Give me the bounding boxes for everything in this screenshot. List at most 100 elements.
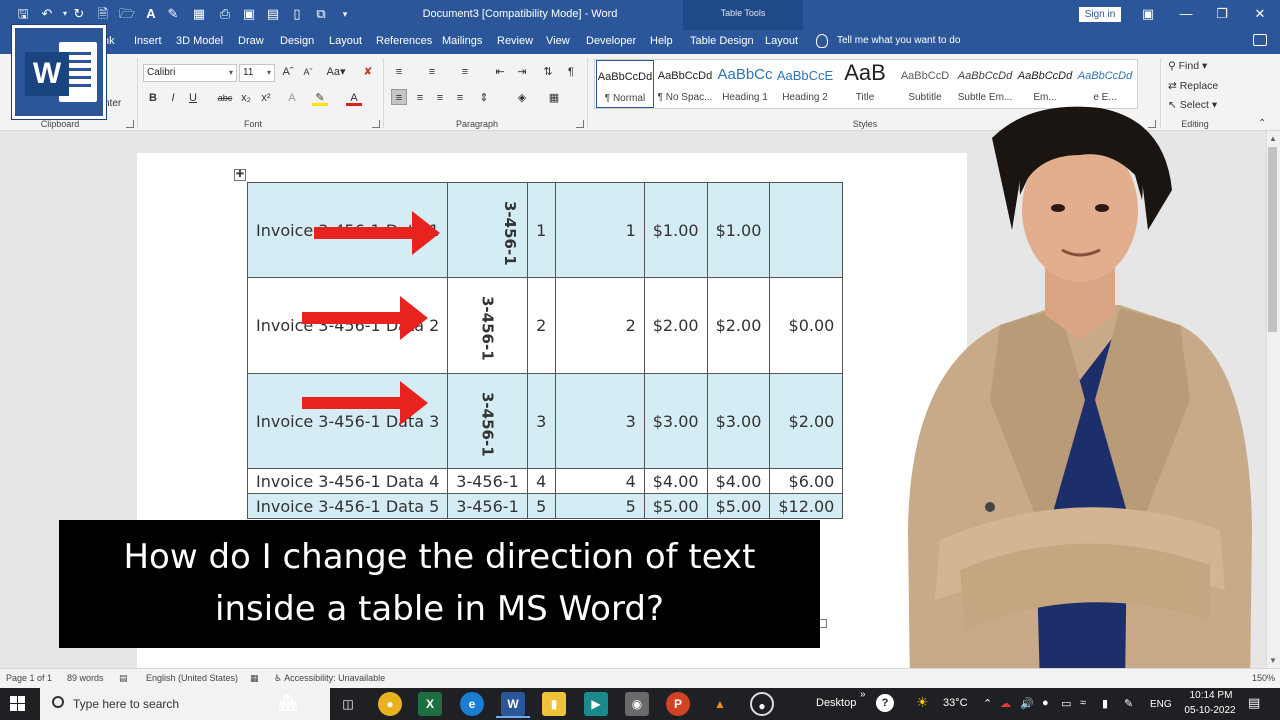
- font-name-combo[interactable]: Calibri ▾: [143, 64, 237, 82]
- share-icon[interactable]: ▤: [264, 5, 282, 23]
- table-cell[interactable]: 3: [526, 373, 556, 469]
- underline-icon[interactable]: U: [185, 90, 201, 106]
- shrink-font-icon[interactable]: Aˇ: [300, 64, 316, 80]
- clear-formatting-icon[interactable]: ✘: [360, 64, 376, 80]
- zoom-level[interactable]: 150%: [1252, 673, 1275, 683]
- table-cell[interactable]: $0.00: [769, 277, 844, 374]
- table-cell[interactable]: 3-456-1: [447, 493, 528, 519]
- notifications-icon[interactable]: ▤: [1248, 695, 1260, 711]
- volume-icon[interactable]: 🔊: [1020, 697, 1034, 710]
- onedrive-icon[interactable]: ☁: [1000, 697, 1011, 710]
- camtasia-icon[interactable]: ▶: [584, 692, 608, 716]
- new-document-icon[interactable]: 🗎: [94, 5, 112, 23]
- table-cell[interactable]: $4.00: [706, 468, 771, 494]
- superscript-icon[interactable]: x²: [258, 90, 274, 106]
- table-qat-icon[interactable]: ▦: [190, 5, 208, 23]
- table-cell[interactable]: $3.00: [706, 373, 771, 469]
- table-cell[interactable]: 5: [554, 493, 645, 519]
- camera-icon[interactable]: ◉: [625, 692, 649, 716]
- tell-me-search[interactable]: Tell me what you want to do: [837, 35, 960, 46]
- borders-icon[interactable]: ▦: [546, 90, 562, 106]
- copy-icon[interactable]: ⧉: [312, 5, 330, 23]
- table-cell[interactable]: $2.00: [769, 373, 844, 469]
- battery-icon[interactable]: ▮: [1102, 697, 1108, 710]
- align-center-icon[interactable]: ≡: [412, 90, 428, 106]
- sign-in-button[interactable]: Sign in: [1079, 7, 1121, 22]
- font-size-icon[interactable]: A: [142, 5, 160, 23]
- table-cell[interactable]: $5.00: [706, 493, 771, 519]
- tab-mailings[interactable]: Mailings: [442, 35, 482, 47]
- clock-date[interactable]: 05-10-2022: [1180, 705, 1240, 716]
- table-cell[interactable]: $1.00: [643, 182, 708, 278]
- font-color-icon[interactable]: A: [346, 90, 362, 106]
- save-icon[interactable]: 🖫: [14, 5, 32, 23]
- format-painter-qat-icon[interactable]: ✎: [164, 5, 182, 23]
- word-count[interactable]: 89 words: [67, 673, 104, 683]
- table-cell[interactable]: $6.00: [769, 468, 844, 494]
- table-cell[interactable]: $2.00: [706, 277, 771, 374]
- table-cell[interactable]: 2: [554, 277, 645, 374]
- numbering-icon[interactable]: ≡: [424, 64, 440, 80]
- table-cell[interactable]: 4: [554, 468, 645, 494]
- picture-icon[interactable]: ▣: [240, 5, 258, 23]
- align-left-icon[interactable]: ≡: [391, 89, 407, 105]
- style-heading-2[interactable]: AaBbCcE Heading 2: [776, 60, 834, 108]
- table-cell[interactable]: 4: [526, 468, 556, 494]
- change-case-icon[interactable]: Aa▾: [324, 64, 348, 80]
- print-icon[interactable]: ⎙: [216, 5, 234, 23]
- style-normal[interactable]: AaBbCcDd ¶ Normal: [596, 60, 654, 108]
- tab-table-design[interactable]: Table Design: [690, 35, 754, 47]
- customize-qat-icon[interactable]: ▾: [336, 5, 354, 23]
- windows-start-icon[interactable]: [10, 696, 26, 712]
- tab-developer[interactable]: Developer: [586, 35, 636, 47]
- style-heading-1[interactable]: AaBbCc Heading 1: [716, 60, 774, 108]
- chevron-icon[interactable]: »: [860, 689, 866, 700]
- tab-insert[interactable]: Insert: [134, 35, 162, 47]
- macro-record-icon[interactable]: ▦: [250, 673, 259, 684]
- input-language[interactable]: ENG: [1150, 699, 1172, 710]
- display-icon[interactable]: ▭: [1061, 697, 1071, 710]
- table-cell[interactable]: $2.00: [643, 277, 708, 374]
- table-cell[interactable]: $4.00: [643, 468, 708, 494]
- redo-icon[interactable]: ↻: [70, 5, 88, 23]
- format-painter-label[interactable]: nter: [104, 98, 121, 109]
- undo-icon[interactable]: ↶: [38, 5, 56, 23]
- tab-help[interactable]: Help: [650, 35, 673, 47]
- bullets-icon[interactable]: ≡: [391, 64, 407, 80]
- replace-button[interactable]: ⇄ Replace: [1168, 80, 1218, 92]
- page-count[interactable]: Page 1 of 1: [6, 673, 52, 683]
- font-launcher-icon[interactable]: [372, 120, 380, 128]
- table-cell[interactable]: Invoice 3-456-1 Data 5: [246, 493, 449, 519]
- table-cell[interactable]: 2: [526, 277, 556, 374]
- vlc-icon[interactable]: ▲: [708, 692, 732, 716]
- search-highlight-icon[interactable]: 🏘: [276, 692, 300, 716]
- subscript-icon[interactable]: x₂: [238, 90, 254, 106]
- justify-icon[interactable]: ≡: [452, 90, 468, 106]
- tab-review[interactable]: Review: [497, 35, 533, 47]
- multilevel-list-icon[interactable]: ≡: [457, 64, 473, 80]
- show-hidden-icons-icon[interactable]: ⌃: [983, 697, 992, 710]
- align-right-icon[interactable]: ≡: [432, 90, 448, 106]
- table-cell[interactable]: 3-456-1: [447, 468, 528, 494]
- desktop-toolbar[interactable]: Desktop: [816, 697, 856, 709]
- table-row[interactable]: Invoice 3-456-1 Data 4 3-456-1 4 4 $4.00…: [246, 468, 844, 494]
- table-cell[interactable]: 3-456-1: [447, 373, 528, 469]
- font-size-combo[interactable]: 11 ▾: [239, 64, 275, 82]
- excel-icon[interactable]: X: [418, 692, 442, 716]
- table-cell[interactable]: 3-456-1: [447, 182, 528, 278]
- comments-icon[interactable]: [1253, 34, 1267, 46]
- minimize-button[interactable]: —: [1172, 4, 1200, 24]
- increase-indent-icon[interactable]: ⇥: [514, 64, 530, 80]
- table-row[interactable]: Invoice 3-456-1 Data 5 3-456-1 5 5 $5.00…: [246, 493, 844, 519]
- table-cell[interactable]: 1: [526, 182, 556, 278]
- line-spacing-icon[interactable]: ⇕: [476, 90, 492, 106]
- page-icon[interactable]: ▯: [288, 5, 306, 23]
- tab-view[interactable]: View: [546, 35, 570, 47]
- help-icon[interactable]: ?: [876, 694, 894, 712]
- table-cell[interactable]: 3: [554, 373, 645, 469]
- show-formatting-icon[interactable]: ¶: [563, 64, 579, 80]
- chrome-icon[interactable]: ●: [378, 692, 402, 716]
- grow-font-icon[interactable]: Aˆ: [280, 64, 296, 80]
- table-cell[interactable]: 3-456-1: [447, 277, 528, 374]
- edge-icon[interactable]: e: [460, 692, 484, 716]
